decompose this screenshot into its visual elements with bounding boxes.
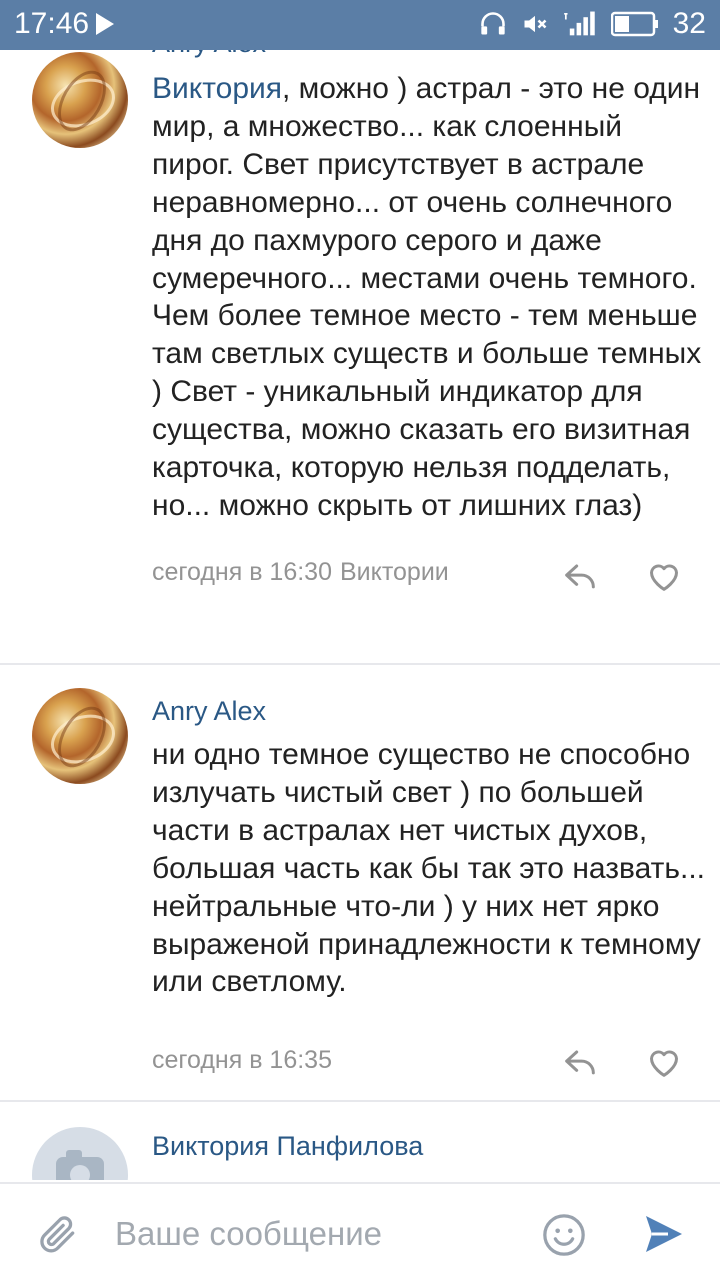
like-button[interactable] <box>644 556 684 596</box>
comments-feed[interactable]: Anry Alex Виктория, можно ) астрал - это… <box>0 50 720 1180</box>
reply-icon <box>565 1050 595 1075</box>
comment-text: ни одно темное существо не способно излу… <box>152 738 705 999</box>
avatar[interactable] <box>32 1127 128 1180</box>
status-time: 17:46 <box>14 7 90 40</box>
reply-target[interactable]: Виктории <box>340 558 449 586</box>
heart-icon <box>650 564 678 591</box>
comment-body: , можно ) астрал - это не один мир, а мн… <box>152 72 702 522</box>
comment-time: сегодня в 16:35 <box>152 1046 332 1074</box>
heart-icon <box>650 1050 678 1077</box>
comment-author[interactable]: Anry Alex <box>152 696 266 727</box>
camera-icon <box>56 1150 104 1180</box>
mute-icon <box>524 15 547 33</box>
attach-button[interactable] <box>36 1212 80 1256</box>
headphones-icon <box>480 12 505 35</box>
reply-mention[interactable]: Виктория <box>152 72 282 105</box>
comment-text: Виктория, можно ) астрал - это не один м… <box>152 70 712 525</box>
battery-level: 32 <box>672 7 706 40</box>
battery-icon <box>610 11 658 37</box>
divider <box>0 1100 720 1102</box>
reply-icon <box>565 564 595 589</box>
comment-meta: сегодня в 16:30 Виктории <box>152 558 449 587</box>
reply-button[interactable] <box>560 1042 600 1082</box>
smile-icon <box>543 1214 585 1256</box>
paperclip-icon <box>40 1216 75 1253</box>
comment-author[interactable]: Anry Alex <box>152 50 266 59</box>
comment-time: сегодня в 16:30 <box>152 558 332 586</box>
reply-button[interactable] <box>560 556 600 596</box>
avatar[interactable] <box>32 52 128 148</box>
message-input[interactable]: Ваше сообщение <box>115 1215 382 1253</box>
message-composer: Ваше сообщение <box>0 1182 720 1282</box>
status-bar: 17:46 32 <box>0 0 720 50</box>
comment-author[interactable]: Виктория Панфилова <box>152 1131 423 1162</box>
avatar[interactable] <box>32 688 128 784</box>
divider <box>0 663 720 665</box>
send-button[interactable] <box>640 1210 688 1258</box>
like-button[interactable] <box>644 1042 684 1082</box>
play-icon <box>96 13 114 35</box>
emoji-button[interactable] <box>541 1212 587 1258</box>
signal-icon <box>563 11 595 36</box>
status-icons: 32 <box>479 7 706 41</box>
send-icon <box>646 1216 682 1252</box>
